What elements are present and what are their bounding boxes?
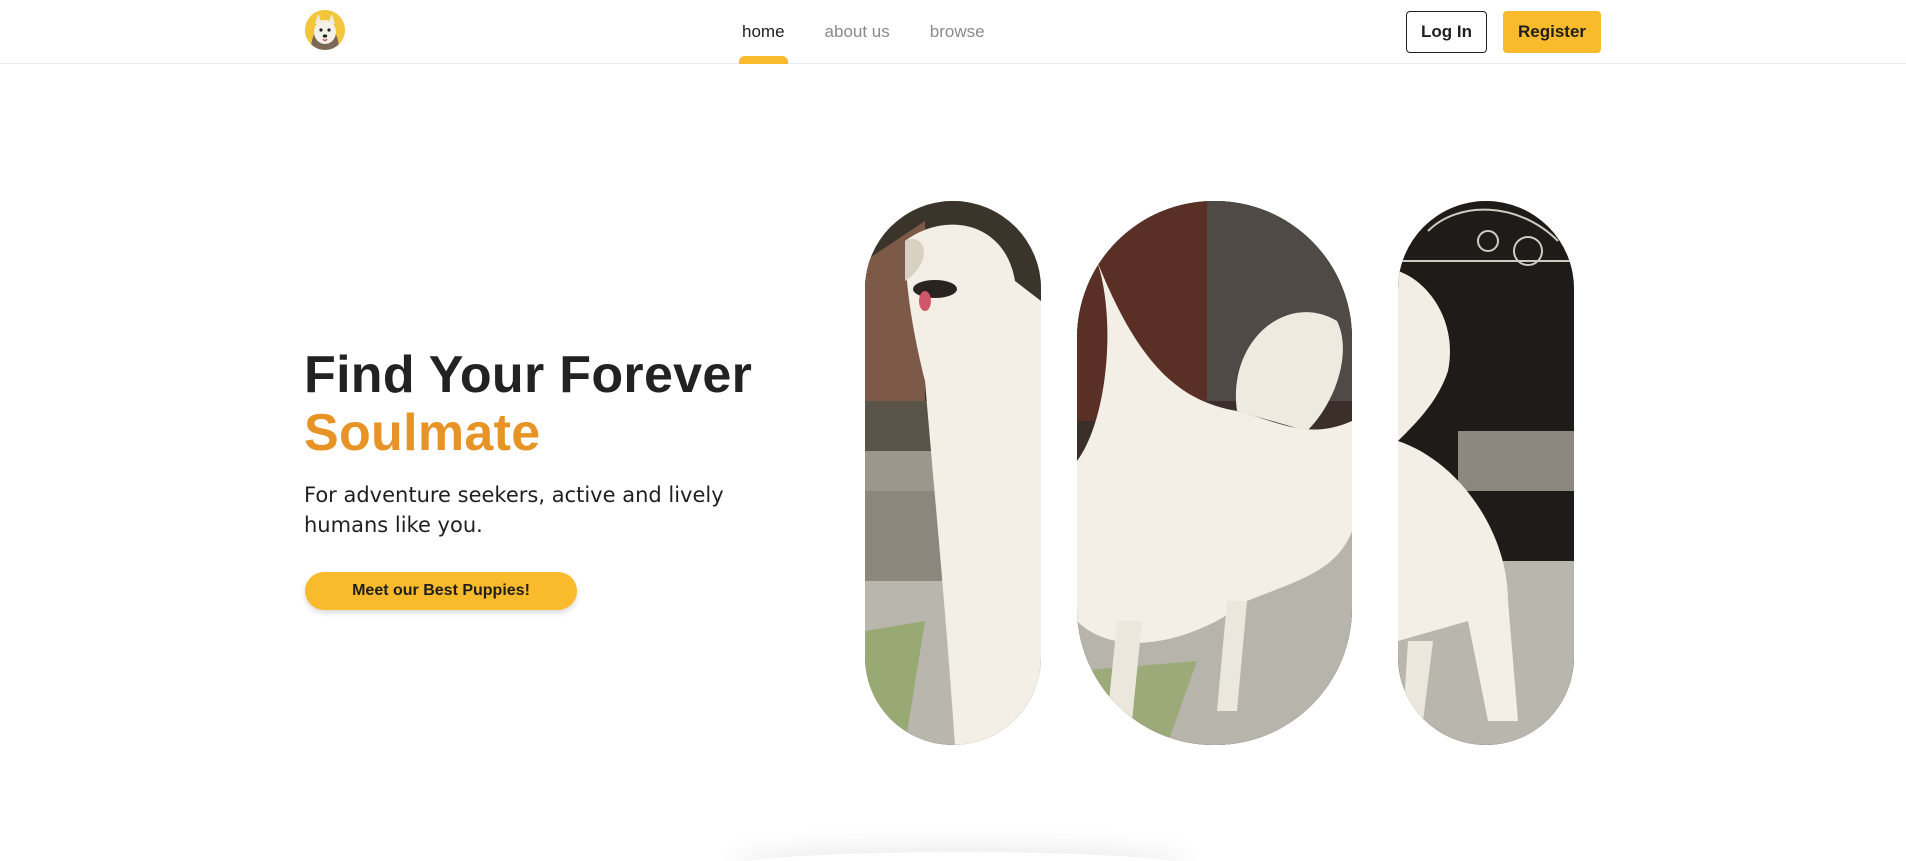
active-tab-indicator — [739, 56, 788, 64]
dog-image-tail — [1398, 201, 1574, 745]
nav-home-label: home — [742, 22, 785, 41]
nav-home[interactable]: home — [736, 0, 791, 64]
meet-puppies-button[interactable]: Meet our Best Puppies! — [305, 572, 577, 610]
hero-subtitle: For adventure seekers, active and lively… — [304, 483, 724, 537]
main-nav: home about us browse — [736, 0, 1019, 64]
dog-logo-icon[interactable] — [305, 10, 345, 50]
nav-browse-label: browse — [929, 22, 985, 41]
hero-title: Find Your Forever Soulmate — [304, 346, 752, 462]
register-button[interactable]: Register — [1503, 11, 1601, 53]
hero-title-line1: Find Your Forever — [304, 346, 753, 404]
nav-about-us[interactable]: about us — [819, 0, 896, 64]
dog-image-body — [1077, 201, 1352, 745]
login-button[interactable]: Log In — [1406, 11, 1487, 53]
next-section-card — [730, 852, 1190, 861]
dog-image-head — [865, 201, 1041, 745]
top-navbar: home about us browse Log In Register — [0, 0, 1906, 64]
nav-about-label: about us — [824, 22, 890, 41]
hero-title-accent: Soulmate — [304, 404, 541, 462]
nav-browse[interactable]: browse — [924, 0, 991, 64]
